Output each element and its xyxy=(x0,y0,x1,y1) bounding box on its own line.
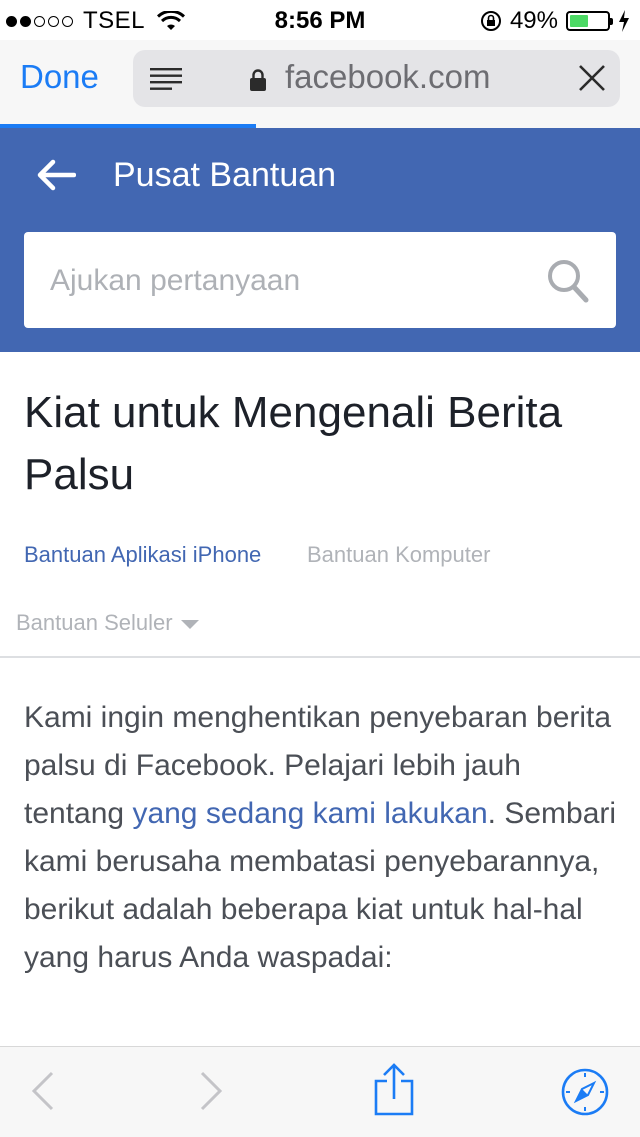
status-right: 49% xyxy=(480,7,630,35)
article-link[interactable]: yang sedang kami lakukan xyxy=(132,797,487,830)
search-input[interactable] xyxy=(48,232,532,330)
reader-mode-icon[interactable] xyxy=(150,68,182,90)
bookmarks-icon[interactable] xyxy=(560,1067,610,1117)
help-center-header: Pusat Bantuan xyxy=(0,128,640,352)
done-button[interactable]: Done xyxy=(20,58,99,96)
battery-level xyxy=(570,15,588,27)
battery-percent: 49% xyxy=(509,7,558,34)
browser-bar: Done facebook.com xyxy=(0,40,640,128)
search-icon[interactable] xyxy=(546,258,590,304)
lock-icon xyxy=(250,69,266,91)
tab-mobile-help-label: Bantuan Seluler xyxy=(16,610,173,635)
bottom-toolbar xyxy=(0,1046,640,1137)
close-icon[interactable] xyxy=(578,64,606,92)
url-text: facebook.com xyxy=(285,58,491,95)
article-body: Kami ingin menghentikan penyebaran berit… xyxy=(24,694,624,982)
article-title: Kiat untuk Mengenali Berita Palsu xyxy=(24,388,563,499)
share-icon[interactable] xyxy=(373,1063,415,1117)
caret-down-icon xyxy=(180,619,199,629)
tab-computer-help[interactable]: Bantuan Komputer xyxy=(307,542,490,568)
back-arrow-icon[interactable] xyxy=(36,158,76,192)
back-icon[interactable] xyxy=(30,1071,56,1111)
url-bar[interactable]: facebook.com xyxy=(133,50,620,107)
charging-bolt-icon xyxy=(619,10,629,32)
tab-iphone-app-help[interactable]: Bantuan Aplikasi iPhone xyxy=(24,542,261,568)
divider xyxy=(0,656,640,658)
tab-mobile-help[interactable]: Bantuan Seluler xyxy=(16,610,199,636)
forward-icon[interactable] xyxy=(198,1071,224,1111)
search-box[interactable] xyxy=(24,232,616,330)
battery-icon xyxy=(566,11,613,31)
help-center-title: Pusat Bantuan xyxy=(113,156,337,194)
rotation-lock-icon xyxy=(480,11,501,31)
status-bar: TSEL 8:56 PM 49% xyxy=(0,0,640,40)
